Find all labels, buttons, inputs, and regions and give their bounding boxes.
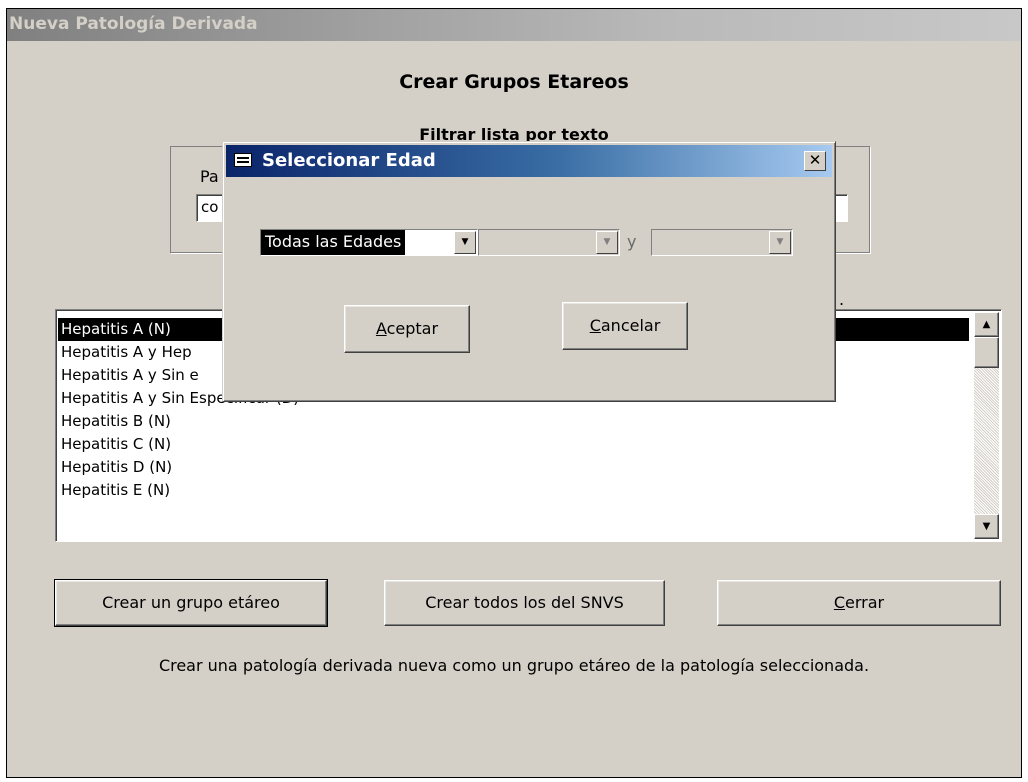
scroll-up-arrow-icon[interactable]: ▲ xyxy=(974,312,999,337)
accept-button[interactable]: Aceptar xyxy=(344,305,470,353)
conjunction-label: y xyxy=(627,232,637,251)
age-mode-combo[interactable]: Todas las Edades ▼ xyxy=(260,229,478,256)
dialog-titlebar[interactable]: Seleccionar Edad ✕ xyxy=(226,145,832,177)
list-item[interactable]: Hepatitis A y Sin e xyxy=(61,364,199,387)
list-item[interactable]: Hepatitis E (N) xyxy=(61,479,170,502)
form-icon xyxy=(234,153,252,167)
create-group-button-label: Crear un grupo etáreo xyxy=(102,593,280,612)
list-label-tail: . xyxy=(839,290,845,309)
age-mode-value: Todas las Edades xyxy=(261,230,406,255)
create-all-button-label: Crear todos los del SNVS xyxy=(425,593,624,612)
age-from-combo[interactable]: ▼ xyxy=(478,229,620,256)
close-button[interactable]: Cerrar xyxy=(717,580,1001,626)
accept-label-rest: ceptar xyxy=(386,319,439,338)
cancel-mnemonic: C xyxy=(589,316,601,335)
window-title: Nueva Patología Derivada xyxy=(9,14,258,34)
page-title: Crear Grupos Etareos xyxy=(399,71,629,93)
scroll-down-arrow-icon[interactable]: ▼ xyxy=(974,514,999,539)
info-text: Crear una patología derivada nueva como … xyxy=(158,656,870,675)
create-all-snvs-button[interactable]: Crear todos los del SNVS xyxy=(384,580,665,626)
chevron-down-icon[interactable]: ▼ xyxy=(769,231,791,254)
list-item[interactable]: Hepatitis C (N) xyxy=(61,433,171,456)
filter-input-value: co xyxy=(201,198,219,216)
cancel-button[interactable]: Cancelar xyxy=(562,302,688,350)
filter-field-label: Pa xyxy=(200,167,219,186)
select-age-dialog: Seleccionar Edad ✕ Todas las Edades ▼ ▼ … xyxy=(222,141,836,402)
window-titlebar[interactable]: Nueva Patología Derivada xyxy=(7,9,1021,41)
create-group-button[interactable]: Crear un grupo etáreo xyxy=(54,579,328,627)
chevron-down-icon[interactable]: ▼ xyxy=(596,231,618,254)
list-item[interactable]: Hepatitis B (N) xyxy=(61,410,171,433)
scroll-thumb[interactable] xyxy=(974,337,999,368)
close-label-rest: errar xyxy=(845,593,885,612)
list-item[interactable]: Hepatitis D (N) xyxy=(61,456,172,479)
list-item[interactable]: Hepatitis A y Hep xyxy=(61,341,192,364)
accept-mnemonic: A xyxy=(375,319,387,338)
close-icon[interactable]: ✕ xyxy=(804,151,826,171)
list-scrollbar[interactable]: ▲ ▼ xyxy=(974,312,999,539)
close-mnemonic: C xyxy=(833,593,846,612)
age-to-combo[interactable]: ▼ xyxy=(651,229,793,256)
dialog-title: Seleccionar Edad xyxy=(262,150,436,171)
cancel-label-rest: ancelar xyxy=(600,316,661,335)
chevron-down-icon[interactable]: ▼ xyxy=(454,231,476,254)
